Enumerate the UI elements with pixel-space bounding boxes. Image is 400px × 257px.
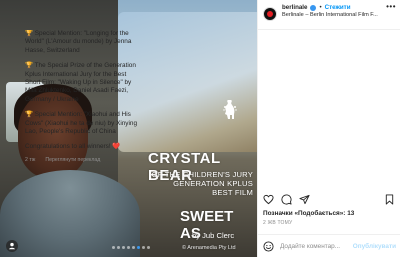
post-details-panel: berlinale • Стежити Berlinale – Berlin I… [257, 0, 400, 257]
berlinale-bear-logo-icon [223, 100, 237, 119]
caption-time[interactable]: 2 тж [25, 157, 35, 163]
carousel-dot [127, 246, 130, 249]
carousel-dot [147, 246, 150, 249]
award-line-2: GENERATION KPLUS [173, 179, 253, 188]
carousel-dot [137, 246, 140, 249]
comment-icon[interactable] [281, 194, 292, 205]
save-bookmark-icon[interactable] [384, 193, 395, 205]
publish-button[interactable]: Опублікувати [353, 243, 396, 250]
caption-paragraph: 🏆 Special Mention: "Xiaohui and His Cows… [25, 111, 138, 136]
caption-paragraph: Congratulations to all winners! ❤️ [25, 143, 121, 151]
post-actions [263, 193, 395, 205]
more-options-icon[interactable]: ••• [386, 2, 396, 11]
award-line-3: BEST FILM [212, 188, 253, 197]
carousel-dot [142, 246, 145, 249]
post-caption: 🏆 Special Mention: "Longing for the Worl… [12, 30, 140, 170]
follow-button[interactable]: Стежити [325, 4, 351, 11]
carousel-dot [117, 246, 120, 249]
like-heart-icon[interactable] [263, 194, 274, 205]
verified-badge-icon [310, 4, 317, 11]
header-separator: • [319, 4, 322, 11]
carousel-dot [132, 246, 135, 249]
comment-input[interactable] [280, 242, 350, 250]
avatar[interactable] [263, 7, 277, 21]
film-director: by Jub Clerc [192, 231, 235, 240]
caption-paragraph: 🏆 Special Mention: "Longing for the Worl… [25, 30, 132, 54]
copyright-notice: © Arenamedia Pty Ltd [182, 245, 236, 251]
carousel-dot [112, 246, 115, 249]
location-link[interactable]: Berlinale – Berlin International Film F.… [282, 12, 384, 18]
carousel-indicator [112, 246, 150, 249]
hoodie [0, 170, 140, 257]
likes-count[interactable]: Позначки «Подобається»: 13 [263, 210, 354, 217]
comment-bar: Опублікувати [257, 234, 400, 257]
trophy-icon: 🏆 [25, 62, 33, 70]
post-header: berlinale • Стежити Berlinale – Berlin I… [258, 0, 400, 30]
trophy-icon: 🏆 [25, 30, 33, 37]
caption-meta: 2 тж Переглянути переклад [25, 156, 140, 164]
carousel-dot [122, 246, 125, 249]
caption-paragraph: 🏆 The Special Prize of the Generation Kp… [25, 62, 136, 103]
see-translation-link[interactable]: Переглянути переклад [45, 157, 100, 163]
emoji-icon[interactable] [263, 240, 274, 252]
share-icon[interactable] [299, 194, 310, 205]
award-line-1: OF THE CHILDREN'S JURY [151, 170, 253, 179]
post-timestamp[interactable]: 2 ЖВ ТОМУ [263, 220, 292, 226]
tagged-user-icon[interactable] [6, 240, 18, 252]
username-link[interactable]: berlinale [282, 4, 307, 11]
trophy-icon: 🏆 [25, 111, 33, 119]
